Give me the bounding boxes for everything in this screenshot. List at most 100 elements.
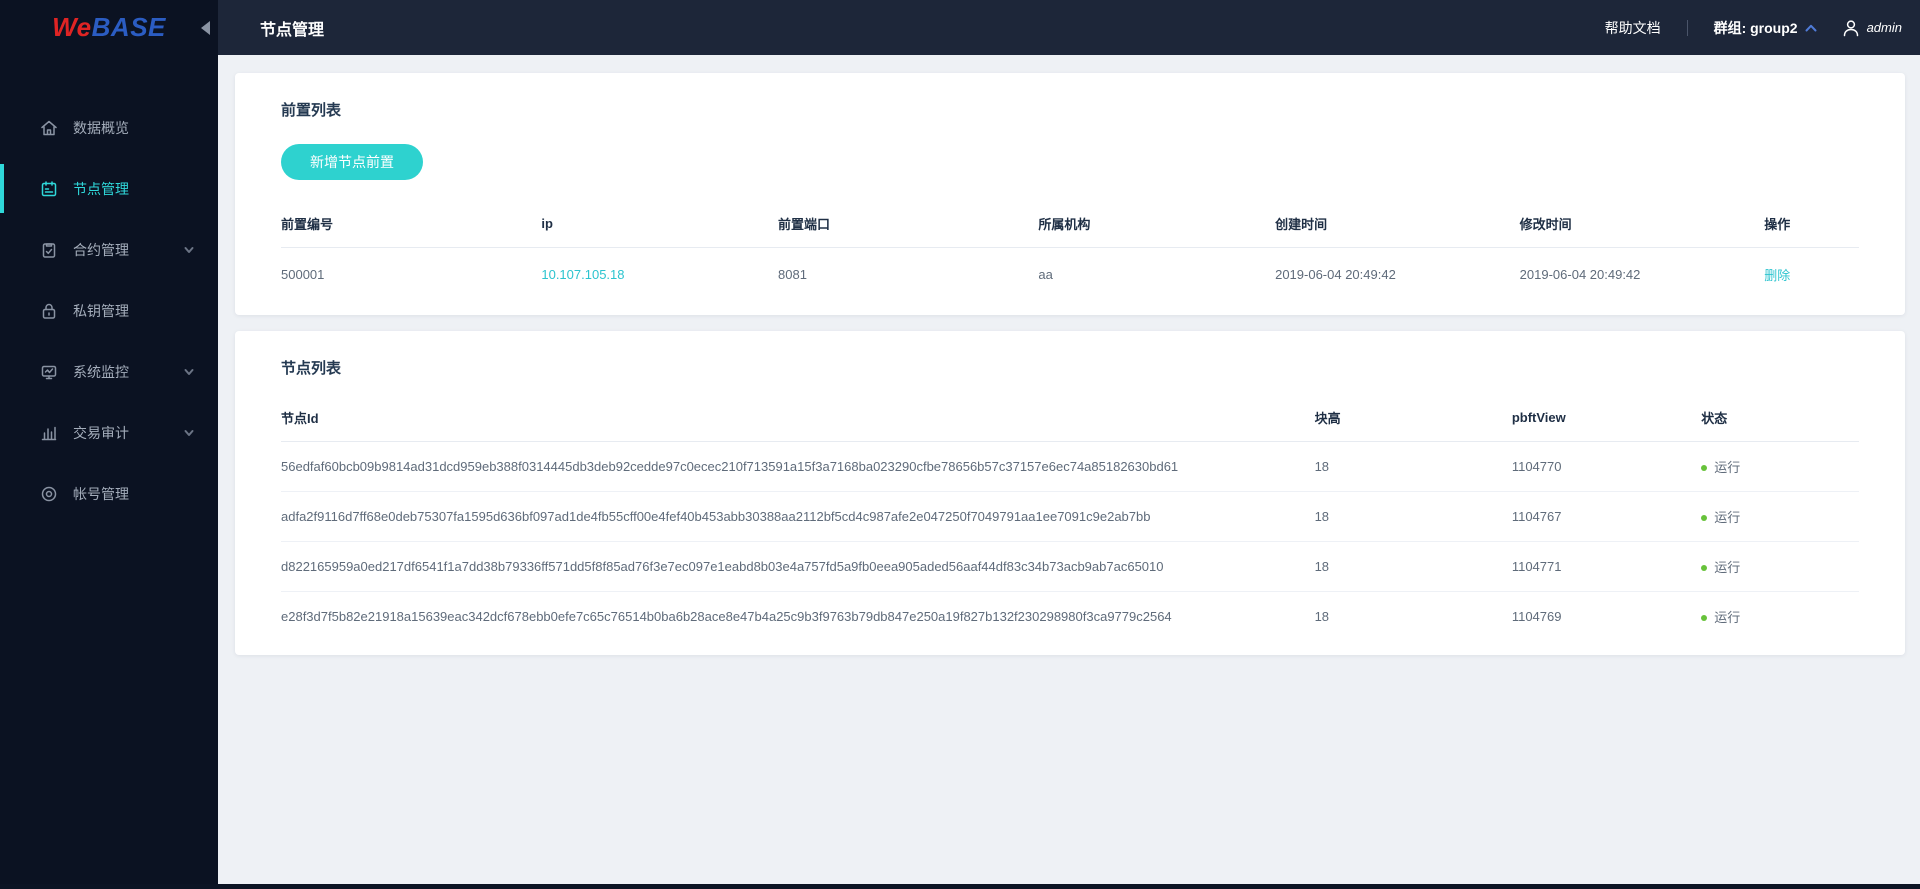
front-table: 前置编号 ip 前置端口 所属机构 创建时间 修改时间 操作 500001 10…: [281, 200, 1859, 301]
sidebar-item-system-monitor[interactable]: 系统监控: [0, 341, 218, 402]
account-icon: [40, 485, 58, 503]
help-doc-link[interactable]: 帮助文档: [1605, 18, 1661, 38]
cell-pbft-view: 1104769: [1511, 609, 1562, 624]
chevron-up-icon: [1805, 24, 1817, 32]
cell-pbft-view: 1104767: [1511, 491, 1702, 542]
sidebar-item-label: 帐号管理: [73, 485, 129, 502]
node-table-row: 56edfaf60bcb09b9814ad31dcd959eb388f03144…: [281, 441, 1859, 492]
cell-status: 运行: [1701, 491, 1859, 542]
status-running-dot: [1701, 615, 1708, 621]
col-pbft-view: pbftView: [1511, 394, 1702, 442]
node-table: 节点Id 块高 pbftView 状态 56edfaf60bcb09b9814a…: [281, 394, 1859, 641]
sidebar-collapse-icon[interactable]: [201, 20, 210, 35]
logo-we: We: [52, 12, 92, 42]
delete-front-link[interactable]: 删除: [1764, 268, 1790, 283]
top-header: 节点管理 帮助文档 群组: group2 admin: [218, 0, 1920, 55]
col-front-id: 前置编号: [281, 200, 542, 248]
status-label: 运行: [1714, 560, 1741, 575]
col-node-id: 节点Id: [281, 394, 1315, 442]
status-label: 运行: [1714, 460, 1741, 475]
col-block-height: 块高: [1314, 394, 1512, 442]
status-running-dot: [1701, 565, 1708, 571]
node-list-card: 节点列表 节点Id 块高 pbftView 状态 56edfaf60bcb09b…: [235, 331, 1905, 655]
cell-status: 运行: [1701, 541, 1859, 592]
sidebar-item-label: 交易审计: [73, 424, 129, 441]
bottom-border-strip: [0, 884, 1920, 889]
col-front-port: 前置端口: [778, 200, 1039, 248]
col-create-time: 创建时间: [1275, 200, 1520, 248]
sidebar-menu: 数据概览 节点管理 合约管理 私钥管理 系统监控 交易审计 帐号管理: [0, 97, 218, 524]
lock-icon: [40, 302, 58, 320]
cell-status: 运行: [1701, 441, 1859, 492]
front-ip-link[interactable]: 10.107.105.18: [541, 267, 624, 282]
status-running-dot: [1701, 465, 1708, 471]
node-table-row: e28f3d7f5b82e21918a15639eac342dcf678ebb0…: [281, 592, 1859, 642]
front-table-row: 500001 10.107.105.18 8081 aa 2019-06-04 …: [281, 248, 1859, 302]
cell-status: 运行: [1701, 592, 1859, 642]
group-switcher[interactable]: 群组: group2: [1714, 18, 1817, 38]
cell-create-time: 2019-06-04 20:49:42: [1275, 267, 1396, 282]
main-content: 前置列表 新增节点前置 前置编号 ip 前置端口 所属机构 创建时间 修改时间 …: [218, 55, 1920, 889]
logo-row: WeBASE: [0, 0, 218, 55]
cell-front-port: 8081: [778, 267, 807, 282]
node-table-row: adfa2f9116d7ff68e0deb75307fa1595d636bf09…: [281, 491, 1859, 542]
cell-agency: aa: [1038, 267, 1053, 282]
contract-icon: [40, 241, 58, 259]
user-menu[interactable]: admin: [1841, 18, 1902, 38]
cell-modify-time: 2019-06-04 20:49:42: [1519, 267, 1641, 282]
cell-front-id: 500001: [281, 267, 325, 282]
sidebar: WeBASE 数据概览 节点管理 合约管理 私钥管理 系统监控 交易审计 帐号管…: [0, 0, 218, 889]
cell-node-id: e28f3d7f5b82e21918a15639eac342dcf678ebb0…: [281, 609, 1172, 624]
front-table-header-row: 前置编号 ip 前置端口 所属机构 创建时间 修改时间 操作: [281, 200, 1859, 248]
sidebar-item-label: 合约管理: [73, 241, 129, 258]
sidebar-item-key-management[interactable]: 私钥管理: [0, 280, 218, 341]
home-icon: [40, 119, 58, 137]
sidebar-item-node-management[interactable]: 节点管理: [0, 158, 218, 219]
user-icon: [1843, 19, 1858, 36]
cell-pbft-view: 1104771: [1511, 541, 1702, 592]
cell-node-id: adfa2f9116d7ff68e0deb75307fa1595d636bf09…: [281, 491, 1315, 542]
logo-base: BASE: [91, 12, 166, 42]
monitor-icon: [40, 363, 58, 381]
sidebar-item-account-management[interactable]: 帐号管理: [0, 463, 218, 524]
cell-pbft-view: 1104770: [1511, 441, 1702, 492]
audit-icon: [40, 424, 58, 442]
status-running-dot: [1701, 515, 1708, 521]
col-action: 操作: [1764, 200, 1859, 248]
group-label: 群组: group2: [1713, 19, 1798, 36]
col-modify-time: 修改时间: [1519, 200, 1765, 248]
user-name: admin: [1866, 20, 1902, 35]
add-front-node-button[interactable]: 新增节点前置: [281, 144, 423, 180]
sidebar-item-label: 私钥管理: [73, 302, 129, 319]
header-right: 帮助文档 群组: group2 admin: [1605, 18, 1902, 38]
cell-block-height: 18: [1314, 491, 1512, 542]
sidebar-item-data-overview[interactable]: 数据概览: [0, 97, 218, 158]
cell-block-height: 18: [1314, 609, 1330, 624]
sidebar-item-transaction-audit[interactable]: 交易审计: [0, 402, 218, 463]
cell-node-id: 56edfaf60bcb09b9814ad31dcd959eb388f03144…: [281, 441, 1315, 492]
sidebar-item-label: 系统监控: [73, 363, 129, 380]
front-list-title: 前置列表: [281, 102, 342, 119]
page-title: 节点管理: [260, 21, 325, 39]
sidebar-item-label: 节点管理: [73, 180, 129, 197]
node-table-header-row: 节点Id 块高 pbftView 状态: [281, 394, 1859, 442]
chevron-down-icon: [184, 242, 194, 258]
cell-node-id: d822165959a0ed217df6541f1a7dd38b79336ff5…: [281, 541, 1315, 592]
front-list-card: 前置列表 新增节点前置 前置编号 ip 前置端口 所属机构 创建时间 修改时间 …: [235, 73, 1905, 315]
col-agency: 所属机构: [1038, 200, 1276, 248]
sidebar-item-label: 数据概览: [73, 119, 129, 136]
chevron-down-icon: [184, 425, 194, 441]
header-divider: [1686, 19, 1688, 36]
cell-block-height: 18: [1314, 541, 1512, 592]
sidebar-item-contract-management[interactable]: 合约管理: [0, 219, 218, 280]
node-icon: [40, 180, 58, 198]
chevron-down-icon: [184, 364, 194, 380]
status-label: 运行: [1714, 610, 1741, 625]
cell-block-height: 18: [1314, 441, 1512, 492]
col-ip: ip: [541, 200, 779, 248]
col-status: 状态: [1701, 394, 1859, 442]
status-label: 运行: [1714, 510, 1741, 525]
node-table-row: d822165959a0ed217df6541f1a7dd38b79336ff5…: [281, 541, 1859, 592]
webase-logo: WeBASE: [52, 12, 166, 43]
node-list-title: 节点列表: [281, 360, 342, 377]
